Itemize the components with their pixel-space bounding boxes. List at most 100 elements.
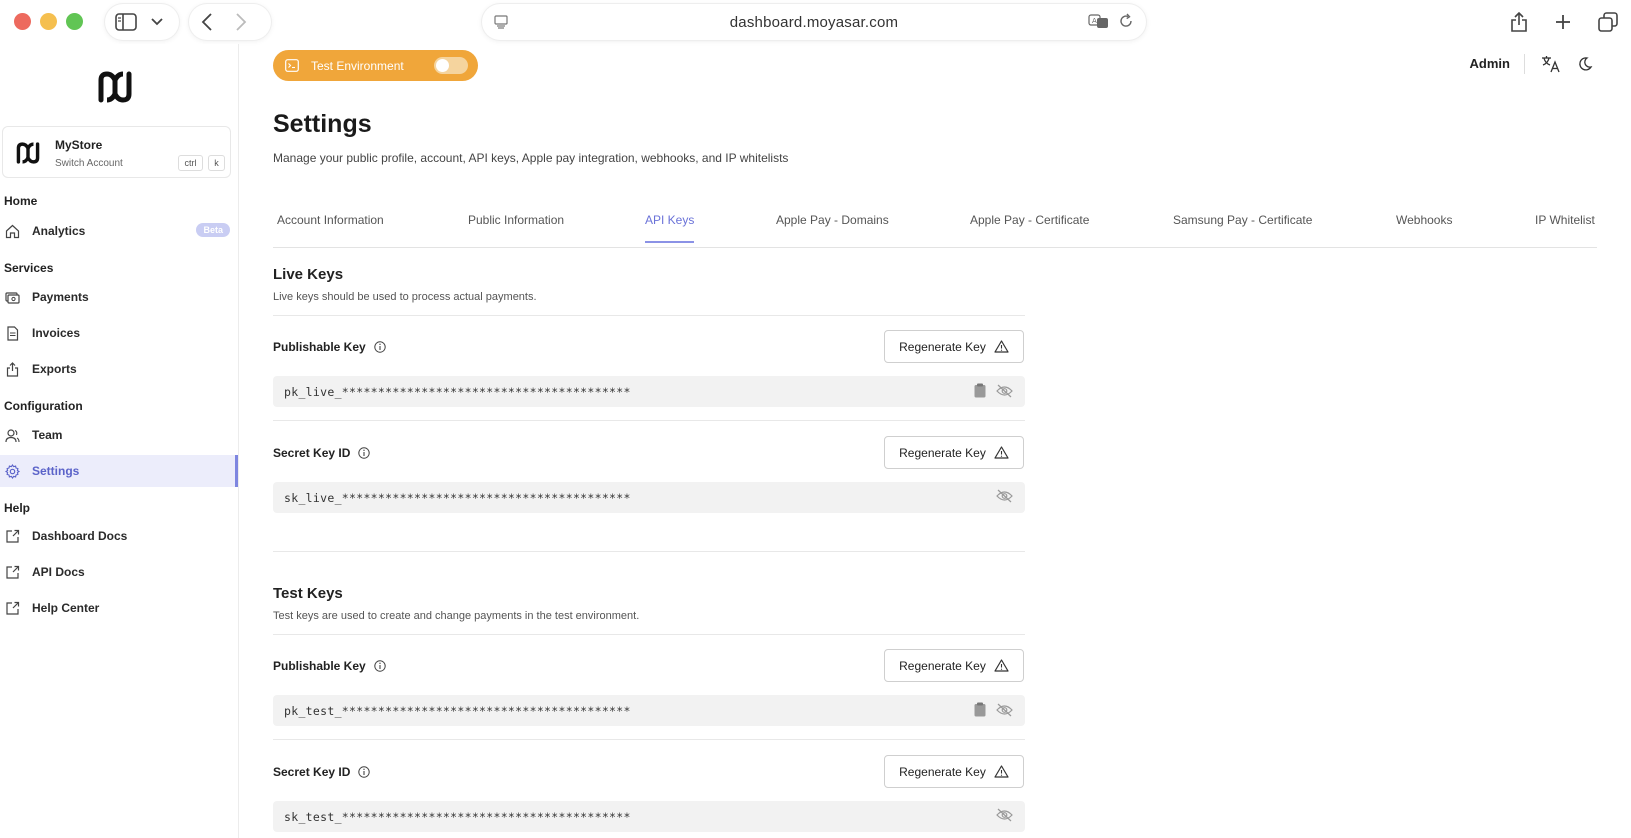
info-icon[interactable] (358, 766, 371, 778)
tab-overview-icon[interactable] (1598, 12, 1618, 32)
language-icon[interactable] (1541, 55, 1561, 73)
export-icon (5, 361, 20, 377)
sidebar-item-team[interactable]: Team (0, 419, 238, 451)
eye-off-icon[interactable] (996, 808, 1013, 822)
tab-apple-pay-domains[interactable]: Apple Pay - Domains (776, 213, 889, 241)
sidebar-item-help-center[interactable]: Help Center (0, 592, 238, 624)
close-window-button[interactable] (14, 13, 31, 30)
regenerate-label: Regenerate Key (899, 764, 986, 779)
sidebar-item-settings[interactable]: Settings (0, 455, 238, 487)
address-bar[interactable]: dashboard.moyasar.com A (482, 4, 1146, 40)
test-publishable-key-label: Publishable Key (273, 659, 386, 673)
browser-toolbar: dashboard.moyasar.com A (0, 0, 1631, 44)
sidebar-item-label: Dashboard Docs (32, 529, 128, 543)
page-menu-icon[interactable] (494, 15, 508, 29)
eye-off-icon[interactable] (996, 384, 1013, 398)
shortcut-k-key: k (208, 155, 225, 171)
sidebar-item-api-docs[interactable]: API Docs (0, 556, 238, 588)
sidebar-item-payments[interactable]: Payments (0, 281, 238, 313)
sidebar-item-label: Team (32, 428, 63, 442)
live-keys-description: Live keys should be used to process actu… (273, 291, 537, 303)
gear-icon (5, 463, 20, 479)
svg-text:A: A (1092, 17, 1097, 25)
sidebar-icon[interactable] (115, 13, 137, 31)
key-value: pk_live_********************************… (284, 384, 631, 399)
key-label-text: Publishable Key (273, 340, 366, 354)
navigation-buttons (189, 4, 271, 40)
test-environment-toggle[interactable] (434, 57, 468, 74)
tab-api-keys[interactable]: API Keys (645, 213, 695, 243)
beta-badge: Beta (196, 223, 230, 237)
eye-off-icon[interactable] (996, 703, 1013, 717)
clipboard-icon[interactable] (974, 702, 986, 717)
tab-webhooks[interactable]: Webhooks (1396, 213, 1452, 241)
sidebar-item-label: Payments (32, 290, 89, 304)
account-switcher[interactable]: MyStore Switch Account ctrl k (2, 126, 231, 178)
section-home: Home (4, 194, 38, 208)
regenerate-label: Regenerate Key (899, 658, 986, 673)
divider (273, 634, 1025, 635)
eye-off-icon[interactable] (996, 489, 1013, 503)
tab-samsung-pay-certificate[interactable]: Samsung Pay - Certificate (1173, 213, 1312, 241)
test-keys-description: Test keys are used to create and change … (273, 610, 640, 622)
page-subtitle: Manage your public profile, account, API… (273, 151, 789, 165)
store-logo-icon (15, 141, 41, 170)
divider (273, 315, 1025, 316)
info-icon[interactable] (358, 447, 371, 459)
key-value: pk_test_********************************… (284, 703, 631, 718)
live-publishable-regenerate-button[interactable]: Regenerate Key (884, 330, 1024, 363)
live-publishable-key-label: Publishable Key (273, 340, 386, 354)
live-publishable-key-field[interactable]: pk_live_********************************… (273, 376, 1025, 407)
tab-ip-whitelist[interactable]: IP Whitelist (1535, 213, 1595, 241)
user-menu[interactable]: Admin (1470, 54, 1525, 74)
clipboard-icon[interactable] (974, 383, 986, 398)
translate-page-icon[interactable]: A (1088, 13, 1110, 29)
section-services: Services (4, 261, 54, 275)
warning-icon (994, 659, 1009, 672)
sidebar-item-label: Settings (32, 464, 80, 478)
forward-icon[interactable] (235, 13, 247, 31)
test-secret-key-field[interactable]: sk_test_********************************… (273, 801, 1025, 832)
sidebar: MyStore Switch Account ctrl k Home Analy… (0, 44, 239, 838)
sidebar-item-dashboard-docs[interactable]: Dashboard Docs (0, 520, 238, 552)
test-secret-key-label: Secret Key ID (273, 765, 371, 779)
live-secret-key-field[interactable]: sk_live_********************************… (273, 482, 1025, 513)
sidebar-item-label: Exports (32, 362, 77, 376)
new-tab-icon[interactable] (1554, 13, 1572, 31)
section-help: Help (4, 501, 31, 515)
warning-icon (994, 765, 1009, 778)
minimize-window-button[interactable] (40, 13, 57, 30)
reload-icon[interactable] (1118, 13, 1134, 29)
warning-icon (994, 340, 1009, 353)
sidebar-item-analytics[interactable]: Analytics Beta (0, 215, 238, 247)
settings-tabs: Account Information Public Information A… (273, 207, 1597, 248)
live-secret-regenerate-button[interactable]: Regenerate Key (884, 436, 1024, 469)
test-publishable-key-field[interactable]: pk_test_********************************… (273, 695, 1025, 726)
home-icon (5, 224, 20, 239)
info-icon[interactable] (374, 660, 386, 672)
tab-account-information[interactable]: Account Information (277, 213, 384, 241)
external-link-icon (5, 601, 20, 616)
info-icon[interactable] (374, 341, 386, 353)
external-link-icon (5, 565, 20, 580)
invoice-icon (5, 325, 20, 341)
share-icon[interactable] (1510, 11, 1528, 33)
terminal-icon (285, 59, 299, 72)
test-environment-switch[interactable]: Test Environment (273, 50, 478, 81)
tab-public-information[interactable]: Public Information (468, 213, 564, 241)
moon-icon[interactable] (1577, 56, 1593, 72)
section-divider (273, 551, 1025, 552)
maximize-window-button[interactable] (66, 13, 83, 30)
sidebar-item-invoices[interactable]: Invoices (0, 317, 238, 349)
sidebar-item-exports[interactable]: Exports (0, 353, 238, 385)
regenerate-label: Regenerate Key (899, 339, 986, 354)
chevron-down-icon[interactable] (151, 18, 163, 26)
sidebar-item-label: Analytics (32, 224, 86, 238)
moyasar-logo-icon[interactable] (96, 70, 134, 109)
tab-apple-pay-certificate[interactable]: Apple Pay - Certificate (970, 213, 1089, 241)
back-icon[interactable] (201, 13, 213, 31)
test-keys-title: Test Keys (273, 585, 343, 602)
test-publishable-regenerate-button[interactable]: Regenerate Key (884, 649, 1024, 682)
regenerate-label: Regenerate Key (899, 445, 986, 460)
test-secret-regenerate-button[interactable]: Regenerate Key (884, 755, 1024, 788)
